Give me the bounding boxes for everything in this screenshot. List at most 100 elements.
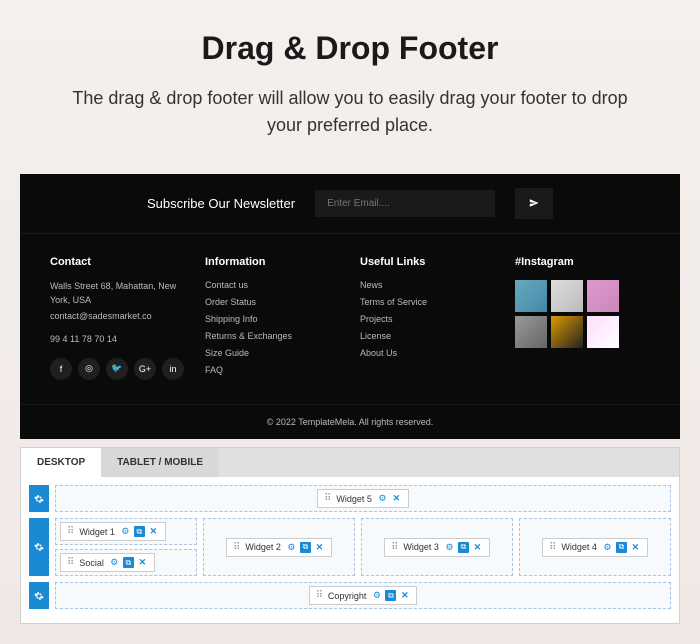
- instagram-thumb[interactable]: [587, 280, 619, 312]
- close-icon[interactable]: ✕: [148, 526, 159, 537]
- widget-label: Widget 2: [245, 542, 281, 552]
- close-icon[interactable]: ✕: [472, 542, 483, 553]
- drag-handle-icon[interactable]: ⠿: [67, 526, 74, 537]
- useful-title: Useful Links: [360, 256, 495, 268]
- info-link[interactable]: Returns & Exchanges: [205, 331, 340, 341]
- copyright-text: © 2022 TemplateMela. All rights reserved…: [20, 404, 680, 439]
- drop-zone[interactable]: ⠿ Widget 2 ⚙ ⧉ ✕: [203, 518, 355, 576]
- useful-link[interactable]: News: [360, 280, 495, 290]
- contact-address: Walls Street 68, Mahattan, New York, USA: [50, 280, 185, 307]
- drop-zone[interactable]: ⠿ Social ⚙ ⧉ ✕: [55, 549, 197, 576]
- instagram-icon[interactable]: ◎: [78, 358, 100, 380]
- drop-zone[interactable]: ⠿ Widget 5 ⚙ ✕: [55, 485, 671, 512]
- newsletter-email-input[interactable]: [315, 190, 495, 217]
- close-icon[interactable]: ✕: [314, 542, 325, 553]
- row-settings-handle[interactable]: [29, 518, 49, 576]
- useful-link[interactable]: License: [360, 331, 495, 341]
- widget-label: Widget 5: [336, 494, 372, 504]
- drag-handle-icon[interactable]: ⠿: [549, 542, 556, 553]
- useful-link[interactable]: About Us: [360, 348, 495, 358]
- drag-handle-icon[interactable]: ⠿: [67, 557, 74, 568]
- widget-chip[interactable]: ⠿ Widget 5 ⚙ ✕: [317, 489, 409, 508]
- builder-tabs: DESKTOP TABLET / MOBILE: [21, 448, 679, 477]
- tab-desktop[interactable]: DESKTOP: [21, 448, 101, 477]
- instagram-thumb[interactable]: [551, 316, 583, 348]
- widget-chip[interactable]: ⠿ Widget 1 ⚙ ⧉ ✕: [60, 522, 166, 541]
- gear-icon[interactable]: ⚙: [286, 542, 297, 553]
- facebook-icon[interactable]: f: [50, 358, 72, 380]
- gear-icon[interactable]: ⚙: [120, 526, 131, 537]
- newsletter-bar: Subscribe Our Newsletter: [20, 174, 680, 234]
- widget-chip[interactable]: ⠿ Copyright ⚙ ⧉ ✕: [309, 586, 418, 605]
- useful-link[interactable]: Projects: [360, 314, 495, 324]
- page-subtitle: The drag & drop footer will allow you to…: [70, 85, 630, 139]
- useful-link[interactable]: Terms of Service: [360, 297, 495, 307]
- duplicate-icon[interactable]: ⧉: [458, 542, 469, 553]
- drag-handle-icon[interactable]: ⠿: [324, 493, 331, 504]
- duplicate-icon[interactable]: ⧉: [385, 590, 396, 601]
- widget-chip[interactable]: ⠿ Widget 3 ⚙ ⧉ ✕: [384, 538, 490, 557]
- drag-handle-icon[interactable]: ⠿: [233, 542, 240, 553]
- googleplus-icon[interactable]: G+: [134, 358, 156, 380]
- linkedin-icon[interactable]: in: [162, 358, 184, 380]
- instagram-thumb[interactable]: [587, 316, 619, 348]
- contact-phone: 99 4 11 78 70 14: [50, 334, 185, 344]
- row-settings-handle[interactable]: [29, 485, 49, 512]
- newsletter-label: Subscribe Our Newsletter: [147, 196, 295, 211]
- drop-zone[interactable]: ⠿ Widget 3 ⚙ ⧉ ✕: [361, 518, 513, 576]
- duplicate-icon[interactable]: ⧉: [300, 542, 311, 553]
- social-icons: f ◎ 🐦 G+ in: [50, 358, 185, 380]
- newsletter-submit-button[interactable]: [515, 188, 553, 219]
- info-link[interactable]: Shipping Info: [205, 314, 340, 324]
- tab-tablet-mobile[interactable]: TABLET / MOBILE: [101, 448, 219, 477]
- footer-builder: DESKTOP TABLET / MOBILE ⠿ Widget 5 ⚙ ✕: [20, 447, 680, 624]
- widget-chip[interactable]: ⠿ Widget 2 ⚙ ⧉ ✕: [226, 538, 332, 557]
- widget-label: Widget 1: [79, 527, 115, 537]
- close-icon[interactable]: ✕: [399, 590, 410, 601]
- contact-title: Contact: [50, 256, 185, 268]
- contact-email: contact@sadesmarket.co: [50, 310, 185, 324]
- instagram-thumb[interactable]: [515, 280, 547, 312]
- drop-area: ⠿ Widget 5 ⚙ ✕ ⠿: [21, 477, 679, 623]
- close-icon[interactable]: ✕: [391, 493, 402, 504]
- page-title: Drag & Drop Footer: [20, 30, 680, 67]
- info-link[interactable]: Size Guide: [205, 348, 340, 358]
- close-icon[interactable]: ✕: [630, 542, 641, 553]
- footer-preview: Subscribe Our Newsletter Contact Walls S…: [20, 174, 680, 439]
- footer-col-information: Information Contact us Order Status Ship…: [205, 256, 340, 382]
- drop-zone[interactable]: ⠿ Widget 4 ⚙ ⧉ ✕: [519, 518, 671, 576]
- duplicate-icon[interactable]: ⧉: [616, 542, 627, 553]
- gear-icon[interactable]: ⚙: [371, 590, 382, 601]
- duplicate-icon[interactable]: ⧉: [134, 526, 145, 537]
- instagram-thumb[interactable]: [551, 280, 583, 312]
- twitter-icon[interactable]: 🐦: [106, 358, 128, 380]
- gear-icon[interactable]: ⚙: [444, 542, 455, 553]
- instagram-thumb[interactable]: [515, 316, 547, 348]
- widget-label: Widget 4: [561, 542, 597, 552]
- widget-label: Widget 3: [403, 542, 439, 552]
- footer-col-instagram: #Instagram: [515, 256, 650, 382]
- widget-label: Copyright: [328, 591, 367, 601]
- info-link[interactable]: Contact us: [205, 280, 340, 290]
- drag-handle-icon[interactable]: ⠿: [316, 590, 323, 601]
- row-settings-handle[interactable]: [29, 582, 49, 609]
- send-icon: [529, 198, 539, 208]
- drop-zone[interactable]: ⠿ Widget 1 ⚙ ⧉ ✕: [55, 518, 197, 545]
- drop-zone[interactable]: ⠿ Copyright ⚙ ⧉ ✕: [55, 582, 671, 609]
- widget-label: Social: [79, 558, 104, 568]
- footer-col-contact: Contact Walls Street 68, Mahattan, New Y…: [50, 256, 185, 382]
- gear-icon[interactable]: ⚙: [377, 493, 388, 504]
- info-link[interactable]: FAQ: [205, 365, 340, 375]
- widget-chip[interactable]: ⠿ Social ⚙ ⧉ ✕: [60, 553, 155, 572]
- instagram-grid: [515, 280, 650, 348]
- instagram-title: #Instagram: [515, 256, 650, 268]
- drag-handle-icon[interactable]: ⠿: [391, 542, 398, 553]
- gear-icon[interactable]: ⚙: [602, 542, 613, 553]
- widget-chip[interactable]: ⠿ Widget 4 ⚙ ⧉ ✕: [542, 538, 648, 557]
- information-title: Information: [205, 256, 340, 268]
- info-link[interactable]: Order Status: [205, 297, 340, 307]
- footer-col-useful: Useful Links News Terms of Service Proje…: [360, 256, 495, 382]
- gear-icon[interactable]: ⚙: [109, 557, 120, 568]
- duplicate-icon[interactable]: ⧉: [123, 557, 134, 568]
- close-icon[interactable]: ✕: [137, 557, 148, 568]
